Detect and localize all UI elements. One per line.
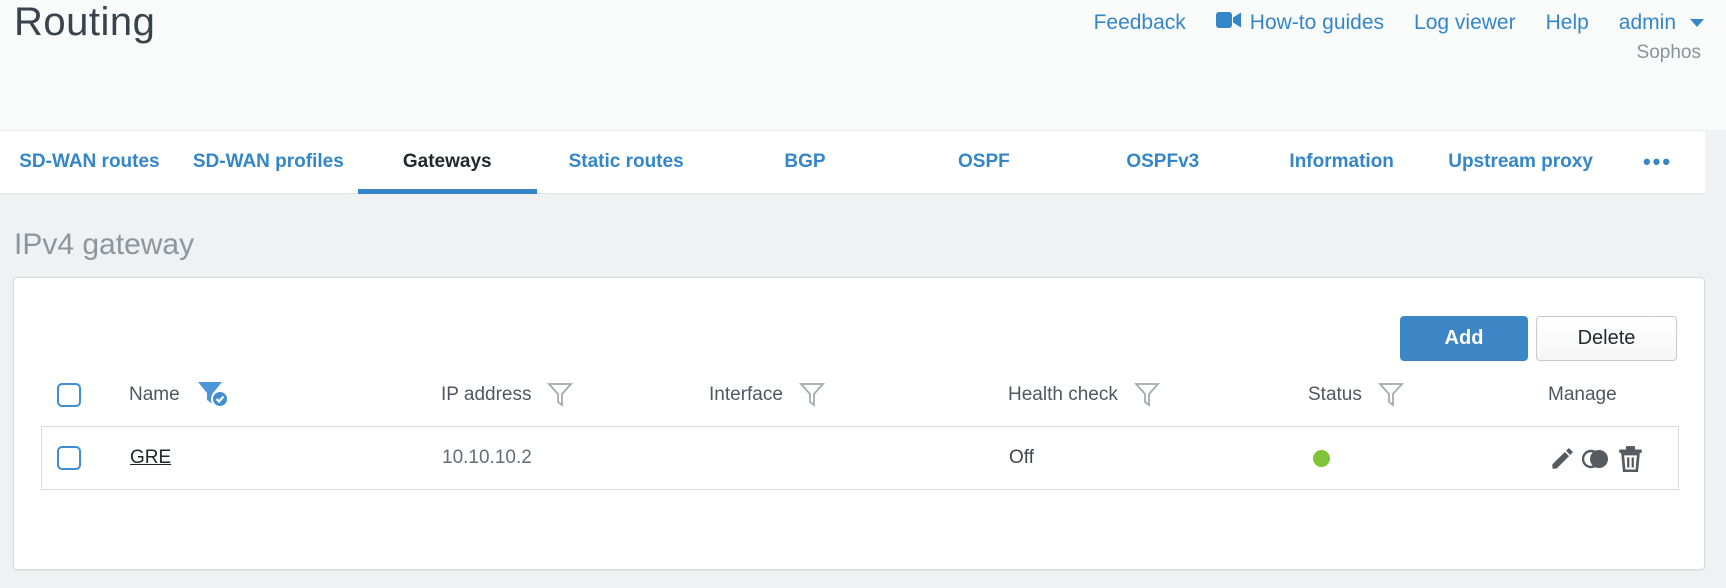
tab-upstream-proxy[interactable]: Upstream proxy bbox=[1431, 131, 1610, 193]
select-all-checkbox[interactable] bbox=[57, 383, 81, 407]
admin-user-menu[interactable]: admin bbox=[1619, 11, 1704, 35]
delete-trash-icon[interactable] bbox=[1618, 445, 1643, 472]
tab-gateways[interactable]: Gateways bbox=[357, 131, 537, 194]
tab-more-ellipsis[interactable]: ••• bbox=[1610, 131, 1705, 193]
column-header-ip-address: IP address bbox=[441, 384, 532, 405]
tab-ospf[interactable]: OSPF bbox=[894, 131, 1073, 193]
clone-icon[interactable] bbox=[1582, 445, 1612, 472]
row-checkbox[interactable] bbox=[57, 446, 81, 470]
ipv4-gateway-card: Add Delete Name IP address Interface Hea… bbox=[13, 277, 1705, 570]
page-title: Routing bbox=[14, 0, 156, 44]
log-viewer-label: Log viewer bbox=[1414, 11, 1516, 34]
how-to-guides-link[interactable]: How-to guides bbox=[1215, 10, 1385, 36]
how-to-guides-label: How-to guides bbox=[1249, 11, 1385, 34]
log-viewer-link[interactable]: Log viewer bbox=[1414, 11, 1516, 35]
column-header-manage: Manage bbox=[1548, 384, 1617, 405]
filter-active-icon[interactable] bbox=[196, 380, 230, 410]
column-header-interface: Interface bbox=[709, 384, 783, 405]
filter-icon[interactable] bbox=[547, 382, 574, 408]
tab-bar: SD-WAN routes SD-WAN profiles Gateways S… bbox=[0, 130, 1705, 194]
gateway-health-check: Off bbox=[1009, 447, 1034, 468]
filter-icon[interactable] bbox=[1377, 382, 1404, 408]
help-label: Help bbox=[1545, 11, 1589, 34]
feedback-link-label: Feedback bbox=[1093, 11, 1186, 34]
tab-sd-wan-routes[interactable]: SD-WAN routes bbox=[0, 131, 179, 193]
tab-ospfv3[interactable]: OSPFv3 bbox=[1073, 131, 1252, 193]
help-link[interactable]: Help bbox=[1546, 11, 1589, 35]
add-button[interactable]: Add bbox=[1400, 316, 1528, 361]
edit-icon[interactable] bbox=[1549, 445, 1576, 472]
header-band: Routing Feedback How-to guides Log viewe… bbox=[0, 0, 1726, 130]
table-row: GRE 10.10.10.2 Off bbox=[41, 426, 1679, 490]
toolbar: Add Delete bbox=[1400, 316, 1677, 361]
table-header-row: Name IP address Interface Health check S… bbox=[41, 371, 1679, 419]
top-links: Feedback How-to guides Log viewer Help a… bbox=[1094, 10, 1704, 36]
tab-bgp[interactable]: BGP bbox=[716, 131, 895, 193]
chevron-down-icon bbox=[1690, 19, 1704, 27]
column-header-name: Name bbox=[129, 384, 180, 405]
tab-static-routes[interactable]: Static routes bbox=[537, 131, 716, 193]
gateway-name-link[interactable]: GRE bbox=[130, 447, 171, 469]
admin-user-label: admin bbox=[1618, 11, 1676, 34]
column-header-health-check: Health check bbox=[1008, 384, 1118, 405]
status-up-indicator bbox=[1313, 449, 1330, 467]
tab-information[interactable]: Information bbox=[1252, 131, 1431, 193]
section-title: IPv4 gateway bbox=[14, 228, 195, 261]
tab-sd-wan-profiles[interactable]: SD-WAN profiles bbox=[179, 131, 358, 193]
gateway-ip-address: 10.10.10.2 bbox=[442, 447, 532, 468]
video-camera-icon bbox=[1215, 10, 1242, 36]
column-header-status: Status bbox=[1308, 384, 1362, 405]
filter-icon[interactable] bbox=[798, 382, 825, 408]
delete-button[interactable]: Delete bbox=[1536, 316, 1677, 361]
filter-icon[interactable] bbox=[1133, 382, 1160, 408]
feedback-link[interactable]: Feedback bbox=[1094, 11, 1186, 35]
brand-text: Sophos bbox=[1636, 42, 1701, 63]
